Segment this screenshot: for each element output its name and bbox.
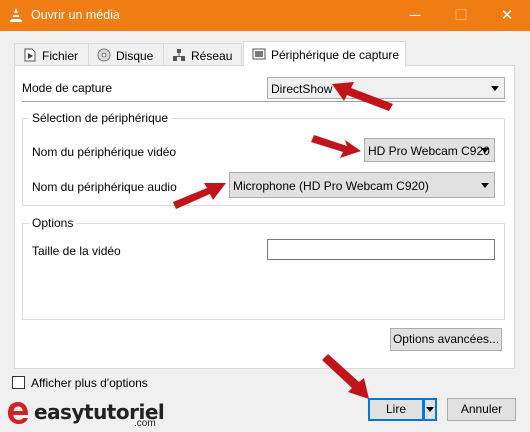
tab-label: Périphérique de capture	[271, 48, 400, 62]
annotation-arrow-icon	[332, 82, 393, 111]
capture-device-icon	[252, 48, 266, 60]
tab-peripherique-de-capture[interactable]: Périphérique de capture	[243, 41, 406, 67]
annotation-arrow-icon	[311, 135, 361, 158]
annotation-arrow-icon	[322, 354, 369, 399]
annotation-arrow-icon	[173, 183, 226, 209]
